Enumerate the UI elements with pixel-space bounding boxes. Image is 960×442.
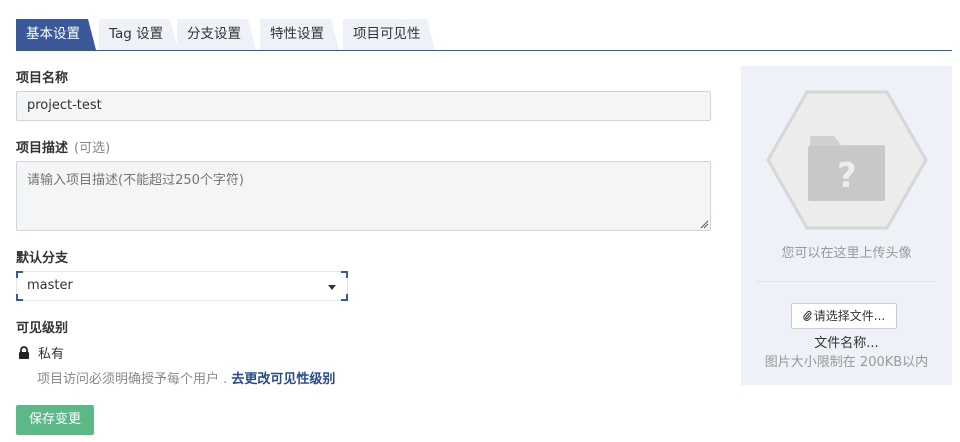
default-branch-value: master <box>27 278 73 293</box>
change-visibility-link[interactable]: 去更改可见性级别 <box>231 372 335 387</box>
visibility-note: 项目访问必须明确授予每个用户 . 去更改可见性级别 <box>37 368 335 387</box>
visibility-level-label: 可见级别 <box>16 321 69 336</box>
focus-corner <box>16 294 23 301</box>
visibility-note-text: 项目访问必须明确授予每个用户 . <box>37 372 232 387</box>
image-size-limit: 图片大小限制在 200KB以内 <box>764 355 929 370</box>
tab-basic-settings[interactable]: 基本设置 <box>16 19 96 50</box>
upload-avatar-hint: 您可以在这里上传头像 <box>781 246 912 261</box>
tab-label: 项目可见性 <box>353 26 421 42</box>
default-branch-label: 默认分支 <box>16 251 69 266</box>
paperclip-icon <box>803 310 812 321</box>
tab-project-visibility[interactable]: 项目可见性 <box>343 19 435 50</box>
settings-tabs: 基本设置 Tag 设置 分支设置 特性设置 项目可见性 <box>16 19 952 51</box>
description-label-text: 项目描述 <box>16 141 69 156</box>
tab-label: 基本设置 <box>26 26 80 42</box>
tab-tag-settings[interactable]: Tag 设置 <box>99 19 178 50</box>
svg-text:?: ? <box>837 156 857 196</box>
tab-label: 分支设置 <box>187 26 241 42</box>
project-description-input[interactable] <box>16 161 711 231</box>
avatar-upload-panel: ? 您可以在这里上传头像 请选择文件... 文件名称... 图片大小限制在 20… <box>741 66 952 385</box>
tab-label: 特性设置 <box>270 26 324 42</box>
tab-branch-settings[interactable]: 分支设置 <box>177 19 256 50</box>
project-name-label: 项目名称 <box>16 71 69 86</box>
focus-corner <box>341 271 348 278</box>
default-branch-select[interactable]: master <box>16 271 348 301</box>
choose-file-label: 请选择文件... <box>813 309 886 323</box>
focus-corner <box>16 271 23 278</box>
panel-divider <box>757 281 936 282</box>
selected-file-name: 文件名称... <box>814 336 879 351</box>
project-name-value: project-test <box>27 98 102 113</box>
optional-hint: (可选) <box>74 141 111 156</box>
tab-feature-settings[interactable]: 特性设置 <box>260 19 339 50</box>
project-name-input[interactable]: project-test <box>16 91 711 121</box>
choose-file-button[interactable]: 请选择文件... <box>791 303 897 329</box>
resize-grip-icon[interactable] <box>699 219 709 229</box>
visibility-value-row: 私有 <box>18 343 64 362</box>
project-description-label: 项目描述 (可选) <box>16 137 110 156</box>
caret-down-icon <box>328 285 336 290</box>
tab-label: Tag 设置 <box>109 26 164 42</box>
visibility-value: 私有 <box>38 347 65 362</box>
focus-corner <box>341 294 348 301</box>
folder-question-icon: ? <box>766 90 928 230</box>
lock-icon <box>19 345 29 359</box>
save-changes-button[interactable]: 保存变更 <box>16 405 94 435</box>
